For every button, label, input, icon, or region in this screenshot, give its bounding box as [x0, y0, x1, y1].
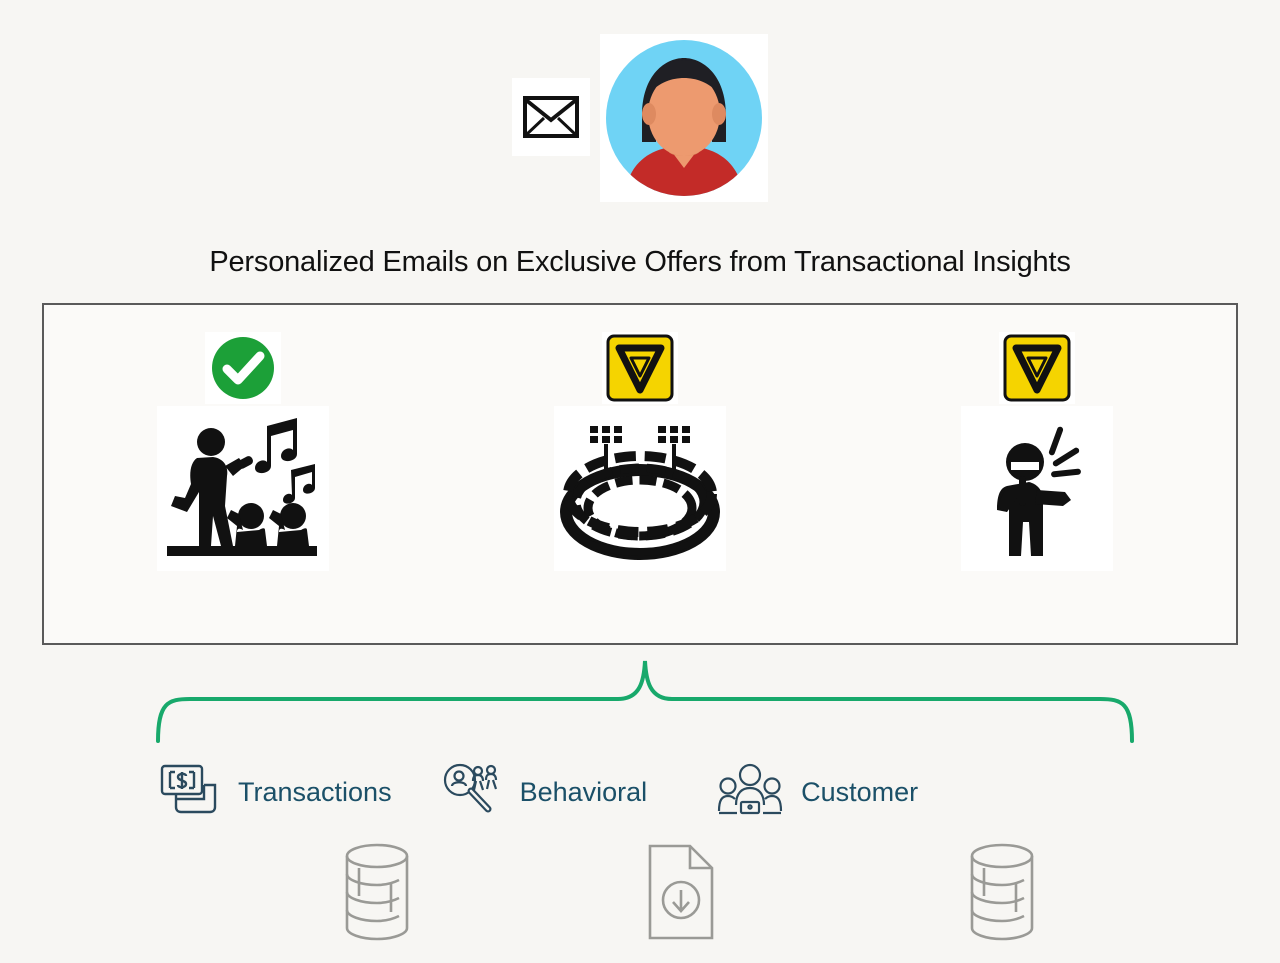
- transaction-money-icon: [160, 764, 217, 814]
- data-sources-row: Transactions Behavioral Customer: [140, 752, 1140, 832]
- source-transactions[interactable]: Transactions: [158, 761, 392, 823]
- status-tile-approved: [204, 332, 281, 404]
- database-icon: [970, 843, 1034, 941]
- source-label-customer: Customer: [801, 776, 919, 807]
- email-tile[interactable]: [512, 78, 590, 156]
- offer-item-speaker[interactable]: [887, 332, 1187, 571]
- green-check-icon: [211, 337, 274, 399]
- stadium-arena-icon: [559, 425, 720, 560]
- yellow-yield-warning-icon: [606, 334, 674, 402]
- subject-tile-speaker: [961, 406, 1114, 571]
- data-store-row: [140, 840, 1140, 950]
- offer-item-stadium[interactable]: [490, 332, 790, 571]
- avatar-tile[interactable]: [600, 34, 768, 202]
- sender-row: [0, 22, 1280, 202]
- store-behavioral[interactable]: [640, 840, 722, 949]
- offers-panel: [42, 303, 1238, 645]
- document-download-icon: [648, 844, 714, 940]
- envelope-icon: [523, 96, 579, 138]
- store-transactions[interactable]: [335, 840, 419, 949]
- status-tile-warning-1: [601, 332, 678, 404]
- customer-avatar-icon: [606, 40, 762, 196]
- source-behavioral[interactable]: Behavioral: [440, 761, 648, 823]
- speaker-announcement-icon: [997, 426, 1082, 556]
- customer-group-icon: [718, 763, 783, 815]
- source-label-behavioral: Behavioral: [519, 776, 648, 807]
- subject-tile-concert: [156, 406, 329, 571]
- database-icon: [345, 843, 409, 941]
- yellow-yield-warning-icon: [1003, 334, 1071, 402]
- behavior-search-people-icon: [443, 763, 497, 813]
- status-tile-warning-2: [999, 332, 1076, 404]
- source-label-transactions: Transactions: [238, 776, 392, 807]
- page-title: Personalized Emails on Exclusive Offers …: [209, 246, 1071, 278]
- brace-connector: [150, 655, 1140, 745]
- offer-item-concert[interactable]: [93, 332, 393, 571]
- source-customer[interactable]: Customer: [717, 761, 918, 823]
- store-customer[interactable]: [960, 840, 1044, 949]
- curly-brace-up-icon: [156, 660, 1134, 743]
- subject-tile-stadium: [553, 406, 726, 571]
- concert-performance-icon: [166, 417, 317, 556]
